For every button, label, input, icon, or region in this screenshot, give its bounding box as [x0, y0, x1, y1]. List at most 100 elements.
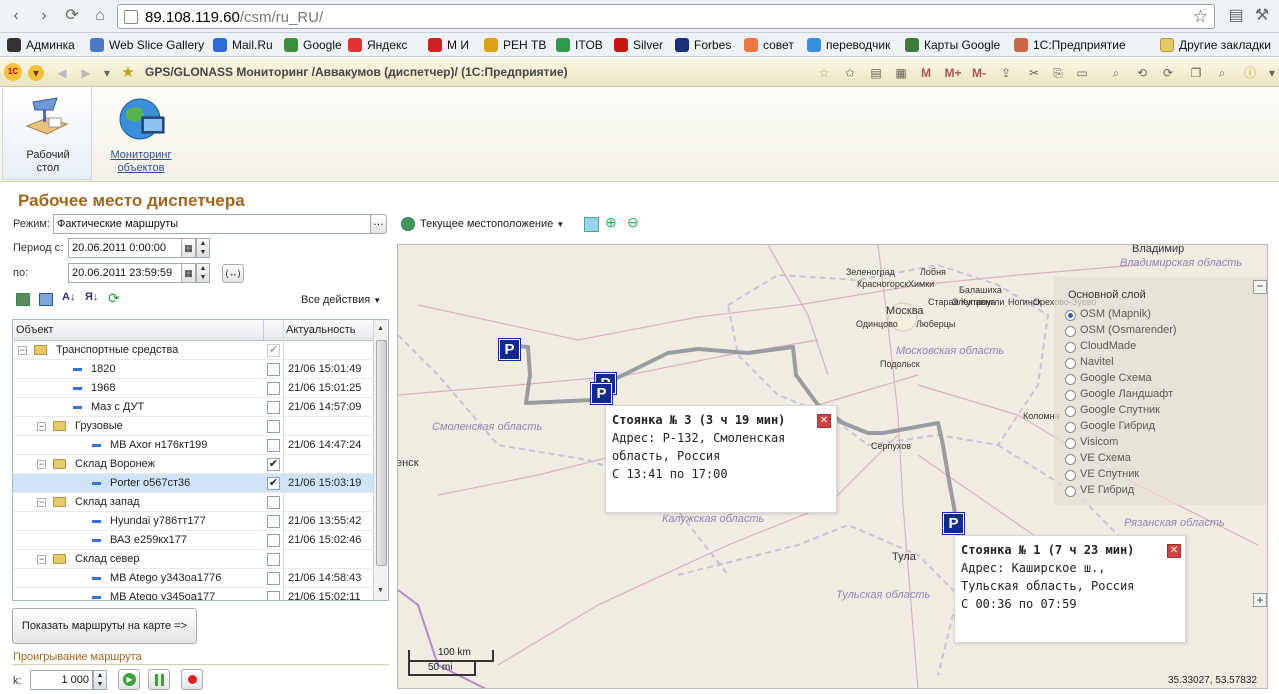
row-checkbox[interactable] [267, 553, 280, 566]
tree-row[interactable]: 1820 21/06 15:01:49 [13, 360, 373, 379]
cut-icon[interactable]: ✂ [1026, 65, 1042, 81]
radio-icon[interactable] [1065, 486, 1076, 497]
layer-option[interactable]: Visicom [1065, 436, 1118, 449]
bookmark-item[interactable]: Google [284, 37, 342, 53]
sort-asc-icon[interactable]: A↓ [62, 291, 75, 303]
tree-scrollbar[interactable]: ▲ ▼ [373, 320, 388, 600]
radio-icon[interactable] [1065, 438, 1076, 449]
calendar-from-button[interactable]: ▦ [181, 238, 196, 258]
close-icon[interactable]: ✕ [817, 414, 831, 428]
favorites-star-icon[interactable]: ☆ [816, 65, 832, 81]
other-bookmarks[interactable]: Другие закладки [1160, 37, 1271, 53]
info-icon[interactable]: ⓘ [1242, 65, 1258, 81]
parking-marker[interactable]: P [590, 382, 613, 405]
favorites-icon[interactable]: ★ [120, 65, 136, 81]
paste-icon[interactable]: ▭ [1074, 65, 1090, 81]
memory-plus[interactable]: M+ [942, 65, 964, 81]
collapse-icon[interactable]: − [18, 346, 27, 355]
stop-button[interactable] [181, 669, 203, 690]
1c-logo-icon[interactable]: 1С [4, 63, 22, 81]
dropdown-icon[interactable]: ▾ [99, 65, 115, 81]
current-location-menu[interactable]: Текущее местоположение ▼ [420, 218, 564, 230]
back-icon[interactable]: ‹ [6, 6, 26, 26]
find-icon[interactable]: ⌕ [1108, 65, 1124, 81]
bookmark-item[interactable]: Web Slice Gallery [90, 37, 204, 53]
layer-switcher-collapse[interactable]: − [1253, 280, 1267, 294]
col-object-header[interactable]: Объект [16, 320, 53, 340]
period-to-stepper[interactable]: ▲ ▼ [196, 263, 210, 283]
scroll-up-icon[interactable]: ▲ [377, 325, 384, 332]
k-field[interactable]: 1 000 [30, 670, 93, 690]
refresh-icon[interactable]: ⟳ [1160, 65, 1176, 81]
section-monitoring-label[interactable]: Мониторинг объектов [96, 149, 186, 175]
address-bar[interactable]: 89.108.119.60/csm/ru_RU/ ☆ [117, 4, 1215, 29]
collapse-icon[interactable]: − [37, 460, 46, 469]
open-icon[interactable]: ⇪ [998, 65, 1014, 81]
layer-option[interactable]: VE Схема [1065, 452, 1131, 465]
bookmark-item[interactable]: Админка [7, 37, 75, 53]
radio-icon[interactable] [1065, 342, 1076, 353]
window-icon[interactable]: ❐ [1188, 65, 1204, 81]
map-extent-icon[interactable] [584, 217, 599, 232]
layer-option[interactable]: Google Ландшафт [1065, 388, 1173, 401]
tree-row[interactable]: ВАЗ е259кх177 21/06 15:02:46 [13, 531, 373, 550]
find-next-icon[interactable]: ⟲ [1134, 65, 1150, 81]
tree-row[interactable]: − Склад север [13, 550, 373, 569]
tree-row[interactable]: Маз с ДУТ 21/06 14:57:09 [13, 398, 373, 417]
tree-row[interactable]: − Транспортные средства ✔ [13, 341, 373, 360]
reload-icon[interactable]: ⟳ [62, 6, 82, 26]
row-checkbox[interactable] [267, 534, 280, 547]
uncheck-all-icon[interactable] [39, 293, 53, 306]
tree-row[interactable]: MB Atego у345оа177 21/06 15:02:11 [13, 588, 373, 600]
play-button[interactable]: ▶ [118, 669, 140, 690]
row-checkbox[interactable]: ✔ [267, 477, 280, 490]
row-checkbox[interactable] [267, 572, 280, 585]
row-checkbox[interactable] [267, 420, 280, 433]
mode-field[interactable]: Фактические маршруты [53, 214, 371, 234]
memory-minus[interactable]: M- [968, 65, 990, 81]
period-from-field[interactable]: 20.06.2011 0:00:00 [68, 238, 182, 258]
parking-marker[interactable]: P [498, 338, 521, 361]
bookmark-item[interactable]: 1С:Предприятие [1014, 37, 1126, 53]
bookmark-item[interactable]: Forbes [675, 37, 731, 53]
radio-icon[interactable] [1065, 422, 1076, 433]
tree-row[interactable]: − Склад запад [13, 493, 373, 512]
forward-nav-icon[interactable]: ▶ [78, 65, 94, 81]
row-checkbox[interactable] [267, 496, 280, 509]
radio-icon[interactable] [1065, 358, 1076, 369]
bookmark-item[interactable]: М И [428, 37, 469, 53]
tree-row[interactable]: − Склад Воронеж ✔ [13, 455, 373, 474]
close-icon[interactable]: ✕ [1167, 544, 1181, 558]
bookmark-item[interactable]: Mail.Ru [213, 37, 273, 53]
layer-option[interactable]: OSM (Osmarender) [1065, 324, 1177, 337]
row-checkbox[interactable] [267, 515, 280, 528]
bookmark-item[interactable]: Карты Google [905, 37, 1000, 53]
bookmark-item[interactable]: Яндекс [348, 37, 407, 53]
tree-row[interactable]: − Грузовые [13, 417, 373, 436]
layer-switcher-expand[interactable]: + [1253, 593, 1267, 607]
section-monitoring[interactable]: Мониторинг объектов [96, 87, 186, 180]
calendar-to-button[interactable]: ▦ [181, 263, 196, 283]
scroll-down-icon[interactable]: ▼ [377, 587, 384, 594]
wrench-icon[interactable]: ⚒ [1252, 6, 1272, 26]
star-icon[interactable]: ☆ [1193, 7, 1208, 27]
bookmark-item[interactable]: РЕН ТВ [484, 37, 546, 53]
radio-icon[interactable] [1065, 326, 1076, 337]
radio-icon[interactable] [1065, 390, 1076, 401]
row-checkbox[interactable]: ✔ [267, 344, 280, 357]
layer-option[interactable]: Google Схема [1065, 372, 1152, 385]
parking-marker[interactable]: P [942, 512, 965, 535]
map-view[interactable]: Владимир Зеленоград Лобня Красногорск Химки Б… [397, 244, 1268, 689]
collapse-icon[interactable]: − [37, 498, 46, 507]
mode-select-button[interactable]: … [370, 214, 387, 234]
refresh-list-icon[interactable]: ⟳ [108, 290, 120, 307]
layer-option[interactable]: VE Спутник [1065, 468, 1139, 481]
radio-icon[interactable] [1065, 470, 1076, 481]
more-icon[interactable]: ▾ [1264, 65, 1279, 81]
radio-icon[interactable] [1065, 310, 1076, 321]
layer-option[interactable]: Navitel [1065, 356, 1114, 369]
collapse-icon[interactable]: − [37, 422, 46, 431]
row-checkbox[interactable]: ✔ [267, 458, 280, 471]
scroll-thumb[interactable] [376, 340, 387, 566]
row-checkbox[interactable] [267, 591, 280, 600]
